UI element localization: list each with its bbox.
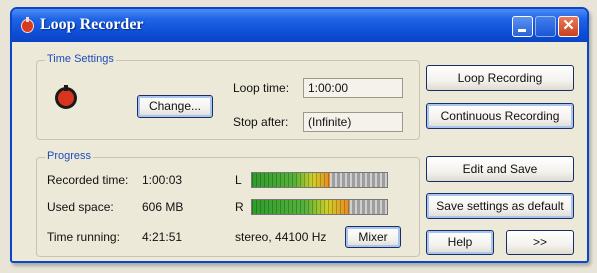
change-button[interactable]: Change... <box>137 95 213 118</box>
edit-and-save-button[interactable]: Edit and Save <box>426 156 574 182</box>
time-running-label: Time running: <box>47 230 120 244</box>
time-settings-group: Time Settings Change... Loop time: 1:00:… <box>36 53 420 140</box>
record-app-icon <box>21 17 34 33</box>
title-bar[interactable]: Loop Recorder ✕ <box>12 9 587 42</box>
save-settings-default-button[interactable]: Save settings as default <box>426 193 574 219</box>
right-channel-label: R <box>235 200 244 214</box>
maximize-button[interactable] <box>535 16 556 37</box>
right-level-meter <box>251 199 388 215</box>
loop-time-field[interactable]: 1:00:00 <box>303 78 403 98</box>
more-button[interactable]: >> <box>506 230 574 255</box>
used-space-label: Used space: <box>47 200 114 214</box>
audio-format-text: stereo, 44100 Hz <box>235 230 327 244</box>
left-level-fill <box>252 173 331 187</box>
left-channel-label: L <box>235 173 242 187</box>
recorded-time-value: 1:00:03 <box>142 173 183 187</box>
time-settings-label: Time Settings <box>45 53 116 65</box>
used-space-value: 606 MB <box>142 200 184 214</box>
loop-recorder-window: Loop Recorder ✕ Time Settings Change... … <box>10 7 589 263</box>
stop-after-label: Stop after: <box>233 115 289 129</box>
right-level-fill <box>252 200 350 214</box>
minimize-button[interactable] <box>512 16 533 37</box>
loop-time-label: Loop time: <box>233 81 290 95</box>
mixer-button[interactable]: Mixer <box>345 226 401 248</box>
progress-label: Progress <box>45 150 94 162</box>
continuous-recording-button[interactable]: Continuous Recording <box>426 103 574 129</box>
progress-group: Progress Recorded time: 1:00:03 Used spa… <box>36 150 420 257</box>
close-button[interactable]: ✕ <box>558 16 579 37</box>
help-button[interactable]: Help <box>426 230 494 255</box>
record-icon <box>55 85 77 109</box>
loop-recording-button[interactable]: Loop Recording <box>426 65 574 91</box>
recorded-time-label: Recorded time: <box>47 173 129 187</box>
time-running-value: 4:21:51 <box>142 230 183 244</box>
window-title: Loop Recorder <box>40 16 144 33</box>
close-icon: ✕ <box>562 17 575 34</box>
stop-after-field[interactable]: (Infinite) <box>303 112 403 132</box>
left-level-meter <box>251 172 388 188</box>
